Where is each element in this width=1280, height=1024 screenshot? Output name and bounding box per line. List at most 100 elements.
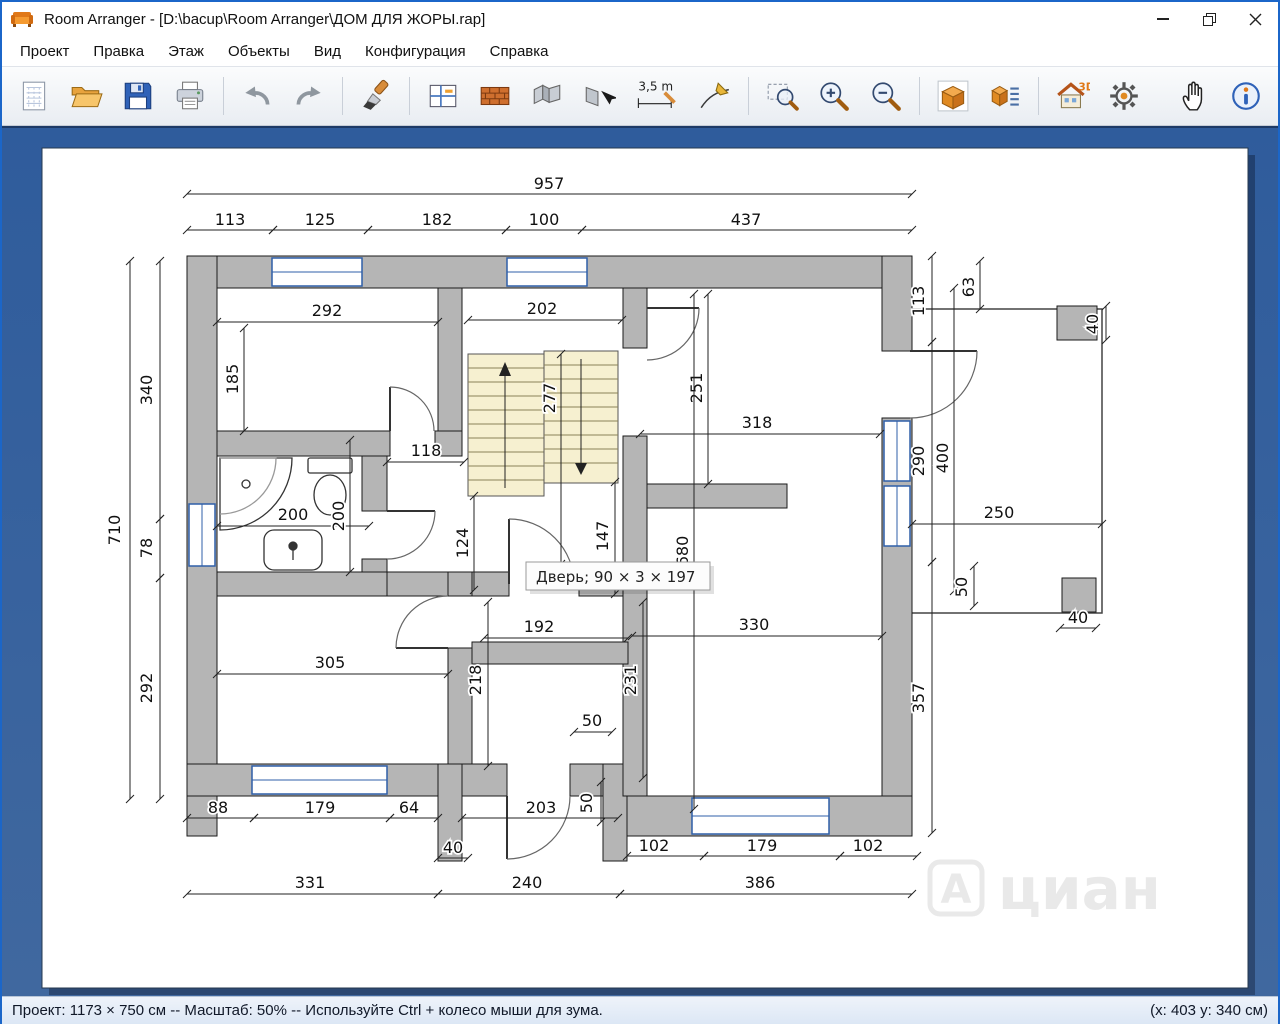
svg-text:64: 64 — [399, 798, 419, 817]
object-3d-button[interactable] — [929, 72, 977, 120]
svg-text:124: 124 — [453, 528, 472, 559]
pan-hand-icon — [1177, 79, 1211, 113]
close-icon — [1249, 13, 1262, 26]
svg-text:305: 305 — [315, 653, 346, 672]
door-tooltip-text: Дверь; 90 × 3 × 197 — [536, 568, 695, 586]
svg-text:125: 125 — [305, 210, 336, 229]
toolbar-separator — [409, 77, 410, 115]
svg-text:40: 40 — [1083, 314, 1102, 334]
zoom-region-button[interactable] — [758, 72, 806, 120]
svg-text:3D: 3D — [1078, 82, 1090, 94]
bricks-button[interactable] — [471, 72, 519, 120]
minimize-button[interactable] — [1140, 2, 1186, 36]
toolbar-separator — [919, 77, 920, 115]
menu-project[interactable]: Проект — [8, 39, 81, 64]
close-button[interactable] — [1232, 2, 1278, 36]
door-tooltip: Дверь; 90 × 3 × 197 — [526, 562, 714, 594]
info-icon — [1229, 79, 1263, 113]
svg-text:113: 113 — [215, 210, 246, 229]
menu-edit[interactable]: Правка — [81, 39, 156, 64]
paint-brush-icon — [359, 79, 393, 113]
svg-text:240: 240 — [512, 873, 543, 892]
walkthrough-button[interactable] — [1100, 72, 1148, 120]
app-icon-sofa — [10, 9, 36, 29]
svg-text:957: 957 — [534, 174, 565, 193]
svg-text:200: 200 — [329, 501, 348, 532]
svg-text:202: 202 — [527, 299, 558, 318]
svg-text:203: 203 — [526, 798, 557, 817]
svg-text:88: 88 — [208, 798, 228, 817]
pan-hand-button[interactable] — [1170, 72, 1218, 120]
draw-pen-button[interactable] — [691, 72, 739, 120]
zoom-out-icon — [869, 79, 903, 113]
walls-3d-icon — [530, 79, 564, 113]
wall-cursor-icon — [582, 79, 616, 113]
walls-3d-button[interactable] — [523, 72, 571, 120]
svg-text:318: 318 — [742, 413, 773, 432]
draw-pen-icon — [698, 79, 732, 113]
toolbar-separator — [1038, 77, 1039, 115]
save-floppy-icon — [121, 79, 155, 113]
info-button[interactable] — [1222, 72, 1270, 120]
svg-text:292: 292 — [137, 673, 156, 704]
toolbar-separator — [748, 77, 749, 115]
floor-plan-canvas[interactable]: А циан — [2, 128, 1278, 996]
wall — [448, 572, 472, 596]
window-controls — [1140, 2, 1278, 36]
svg-text:710: 710 — [105, 515, 124, 546]
svg-text:179: 179 — [305, 798, 336, 817]
menu-view[interactable]: Вид — [302, 39, 353, 64]
svg-text:40: 40 — [1068, 608, 1088, 627]
object-list-icon — [988, 79, 1022, 113]
measure-button[interactable]: 3,5 m — [627, 72, 687, 120]
svg-text:277: 277 — [540, 383, 559, 414]
toolbar: 3,5 m — [2, 66, 1278, 126]
zoom-in-button[interactable] — [810, 72, 858, 120]
print-button[interactable] — [166, 72, 214, 120]
undo-button[interactable] — [233, 72, 281, 120]
open-project-button[interactable] — [62, 72, 110, 120]
titlebar: Room Arranger - [D:\bacup\Room Arranger\… — [2, 2, 1278, 36]
svg-text:331: 331 — [295, 873, 326, 892]
new-document-button[interactable] — [10, 72, 58, 120]
svg-text:102: 102 — [639, 836, 670, 855]
status-coordinates: (x: 403 y: 340 см) — [1150, 1002, 1268, 1019]
paint-brush-button[interactable] — [352, 72, 400, 120]
svg-text:340: 340 — [137, 375, 156, 406]
zoom-out-button[interactable] — [862, 72, 910, 120]
window — [189, 504, 215, 566]
restore-button[interactable] — [1186, 2, 1232, 36]
menu-configuration[interactable]: Конфигурация — [353, 39, 478, 64]
save-button[interactable] — [114, 72, 162, 120]
room-plan-button[interactable] — [419, 72, 467, 120]
menu-objects[interactable]: Объекты — [216, 39, 302, 64]
svg-text:63: 63 — [959, 277, 978, 297]
canvas-area: А циан — [2, 126, 1278, 996]
minimize-icon — [1157, 18, 1169, 20]
redo-button[interactable] — [285, 72, 333, 120]
terrace-post — [1062, 578, 1096, 612]
wall-edit-button[interactable] — [575, 72, 623, 120]
redo-icon — [292, 79, 326, 113]
walkthrough-gear-icon — [1107, 79, 1141, 113]
svg-text:50: 50 — [952, 577, 971, 597]
window — [692, 798, 829, 834]
window — [884, 486, 910, 546]
object-list-button[interactable] — [981, 72, 1029, 120]
svg-text:231: 231 — [621, 665, 640, 696]
menu-help[interactable]: Справка — [478, 39, 561, 64]
toolbar-separator — [342, 77, 343, 115]
stairs — [468, 351, 618, 496]
svg-text:182: 182 — [422, 210, 453, 229]
statusbar: Проект: 1173 × 750 см -- Масштаб: 50% --… — [2, 996, 1278, 1024]
wall — [623, 436, 647, 572]
svg-text:185: 185 — [223, 364, 242, 395]
open-folder-icon — [69, 79, 103, 113]
svg-text:200: 200 — [278, 505, 309, 524]
view-3d-button[interactable]: 3D — [1048, 72, 1096, 120]
menu-floor[interactable]: Этаж — [156, 39, 216, 64]
toolbar-separator — [223, 77, 224, 115]
wall — [217, 431, 390, 456]
bricks-icon — [478, 79, 512, 113]
svg-text:147: 147 — [593, 521, 612, 552]
